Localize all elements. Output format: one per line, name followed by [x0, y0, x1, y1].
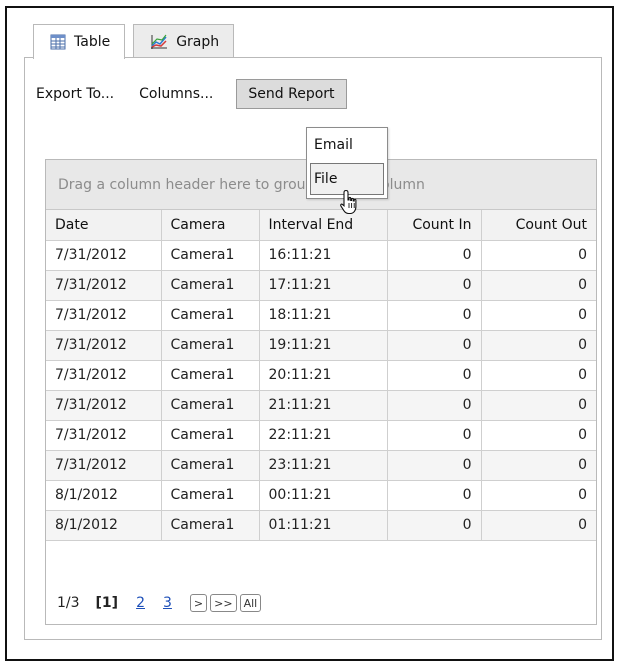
- cell-count-in: 0: [386, 509, 482, 541]
- table-row[interactable]: 7/31/2012 Camera1 20:11:21 0 0: [46, 359, 596, 391]
- table-row[interactable]: 8/1/2012 Camera1 01:11:21 0 0: [46, 509, 596, 541]
- cell-count-in: 0: [386, 389, 482, 421]
- cell-count-out: 0: [480, 509, 596, 541]
- page-link-2[interactable]: 2: [136, 595, 145, 611]
- table-header-row: Date Camera Interval End Count In Count …: [46, 210, 596, 241]
- tab-table[interactable]: Table: [33, 24, 126, 59]
- current-page: [1]: [95, 595, 119, 611]
- table-row[interactable]: 7/31/2012 Camera1 16:11:21 0 0: [46, 239, 596, 271]
- column-header-date[interactable]: Date: [46, 210, 162, 241]
- cell-camera: Camera1: [160, 359, 260, 391]
- cell-camera: Camera1: [160, 509, 260, 541]
- cell-interval-end: 17:11:21: [258, 269, 388, 301]
- tab-table-label: Table: [74, 34, 111, 50]
- table-row[interactable]: 7/31/2012 Camera1 18:11:21 0 0: [46, 299, 596, 331]
- page-link-3[interactable]: 3: [163, 595, 172, 611]
- cell-count-in: 0: [386, 419, 482, 451]
- view-tabs: Table Graph: [33, 24, 242, 59]
- cell-date: 8/1/2012: [46, 479, 162, 511]
- table-row[interactable]: 7/31/2012 Camera1 21:11:21 0 0: [46, 389, 596, 421]
- column-header-interval-end[interactable]: Interval End: [258, 210, 388, 241]
- table-row[interactable]: 8/1/2012 Camera1 00:11:21 0 0: [46, 479, 596, 511]
- cell-count-out: 0: [480, 269, 596, 301]
- table-row[interactable]: 7/31/2012 Camera1 23:11:21 0 0: [46, 449, 596, 481]
- table-row[interactable]: 7/31/2012 Camera1 19:11:21 0 0: [46, 329, 596, 361]
- column-header-count-in[interactable]: Count In: [386, 210, 482, 241]
- tab-graph[interactable]: Graph: [133, 24, 235, 58]
- table-row[interactable]: 7/31/2012 Camera1 17:11:21 0 0: [46, 269, 596, 301]
- menu-item-email[interactable]: Email: [307, 128, 387, 162]
- cell-date: 7/31/2012: [46, 449, 162, 481]
- send-report-button[interactable]: Send Report: [236, 79, 347, 109]
- cell-date: 7/31/2012: [46, 269, 162, 301]
- column-header-camera[interactable]: Camera: [160, 210, 260, 241]
- page-position: 1/3: [57, 595, 80, 611]
- cell-count-out: 0: [480, 359, 596, 391]
- tab-graph-label: Graph: [176, 33, 220, 50]
- cell-count-in: 0: [386, 479, 482, 511]
- columns-button[interactable]: Columns...: [139, 79, 213, 109]
- next-page-button[interactable]: >: [189, 594, 208, 612]
- cell-date: 7/31/2012: [46, 329, 162, 361]
- cell-count-in: 0: [386, 359, 482, 391]
- cell-date: 7/31/2012: [46, 299, 162, 331]
- cell-camera: Camera1: [160, 449, 260, 481]
- cell-count-out: 0: [480, 419, 596, 451]
- cell-interval-end: 00:11:21: [258, 479, 388, 511]
- cell-camera: Camera1: [160, 479, 260, 511]
- cell-date: 7/31/2012: [46, 239, 162, 271]
- cell-camera: Camera1: [160, 239, 260, 271]
- cell-count-in: 0: [386, 329, 482, 361]
- report-toolbar: Export To... Columns... Send Report: [36, 79, 347, 109]
- export-to-button[interactable]: Export To...: [36, 79, 114, 109]
- cell-date: 7/31/2012: [46, 389, 162, 421]
- table-icon: [50, 34, 66, 50]
- cell-date: 7/31/2012: [46, 359, 162, 391]
- data-table: Date Camera Interval End Count In Count …: [46, 210, 596, 541]
- cell-interval-end: 18:11:21: [258, 299, 388, 331]
- cell-count-in: 0: [386, 299, 482, 331]
- cell-count-out: 0: [480, 479, 596, 511]
- pager: 1/3 [1] 2 3 > >> All: [46, 582, 596, 624]
- hand-cursor-icon: [339, 189, 361, 219]
- cell-interval-end: 23:11:21: [258, 449, 388, 481]
- cell-count-out: 0: [480, 329, 596, 361]
- cell-count-out: 0: [480, 239, 596, 271]
- cell-count-in: 0: [386, 239, 482, 271]
- cell-count-out: 0: [480, 449, 596, 481]
- cell-interval-end: 19:11:21: [258, 329, 388, 361]
- show-all-button[interactable]: All: [239, 594, 262, 612]
- table-body: 7/31/2012 Camera1 16:11:21 0 0 7/31/2012 Camer…: [46, 239, 596, 541]
- column-header-count-out[interactable]: Count Out: [480, 210, 596, 241]
- last-page-button[interactable]: >>: [210, 594, 237, 612]
- cell-camera: Camera1: [160, 299, 260, 331]
- table-row[interactable]: 7/31/2012 Camera1 22:11:21 0 0: [46, 419, 596, 451]
- cell-interval-end: 20:11:21: [258, 359, 388, 391]
- cell-interval-end: 16:11:21: [258, 239, 388, 271]
- cell-date: 7/31/2012: [46, 419, 162, 451]
- cell-camera: Camera1: [160, 329, 260, 361]
- cell-interval-end: 01:11:21: [258, 509, 388, 541]
- cell-camera: Camera1: [160, 389, 260, 421]
- cell-count-in: 0: [386, 449, 482, 481]
- cell-count-out: 0: [480, 299, 596, 331]
- cell-interval-end: 22:11:21: [258, 419, 388, 451]
- cell-count-in: 0: [386, 269, 482, 301]
- cell-interval-end: 21:11:21: [258, 389, 388, 421]
- cell-date: 8/1/2012: [46, 509, 162, 541]
- cell-camera: Camera1: [160, 419, 260, 451]
- report-grid: Drag a column header here to group by th…: [45, 159, 597, 625]
- cell-count-out: 0: [480, 389, 596, 421]
- cell-camera: Camera1: [160, 269, 260, 301]
- graph-icon: [150, 34, 168, 50]
